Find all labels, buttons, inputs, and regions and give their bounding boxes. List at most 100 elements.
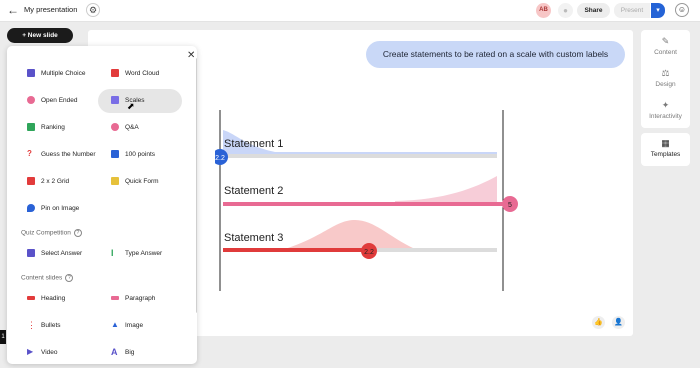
statement-2-value: 5 <box>508 202 512 209</box>
arrow-left-icon[interactable]: ← <box>7 4 19 16</box>
gear-icon[interactable]: ⚙ <box>86 3 100 17</box>
menu-scrollbar[interactable] <box>196 58 197 313</box>
text-cursor-icon: I <box>111 248 114 259</box>
present-button[interactable]: Present <box>614 3 650 18</box>
paragraph-icon <box>111 296 119 301</box>
menu-item-big[interactable]: A Big <box>111 346 191 360</box>
menu-item-open-ended[interactable]: Open Ended <box>27 94 107 108</box>
smiley-icon[interactable]: ☺ <box>675 3 689 17</box>
cloud-icon <box>111 69 119 78</box>
menu-item-label: Big <box>125 349 135 356</box>
thumbs-up-icon[interactable]: 👍 <box>592 316 605 329</box>
menu-item-2x2-grid[interactable]: 2 x 2 Grid <box>27 175 107 189</box>
menu-item-video[interactable]: ▶ Video <box>27 346 107 360</box>
menu-item-heading[interactable]: Heading <box>27 292 107 306</box>
pin-icon <box>27 204 35 213</box>
ranking-icon <box>27 123 35 132</box>
menu-item-label: Q&A <box>125 124 139 131</box>
interactivity-icon: ✦ <box>661 100 670 110</box>
presence-icon: ● <box>558 3 573 18</box>
rail-content-label: Content <box>654 49 677 56</box>
menu-item-label: Open Ended <box>41 97 78 104</box>
statement-3-distribution <box>285 220 415 249</box>
menu-item-label: Image <box>125 322 144 329</box>
top-bar: ← My presentation ⚙ AB ● Share Present ▾… <box>0 0 700 22</box>
new-slide-button[interactable]: + New slide <box>7 28 73 43</box>
quiz-section-label: Quiz Competition <box>21 229 71 237</box>
menu-item-multiple-choice[interactable]: Multiple Choice <box>27 67 107 81</box>
menu-item-pin-on-image[interactable]: Pin on Image <box>27 202 107 216</box>
help-icon[interactable]: ? <box>73 229 82 237</box>
menu-item-label: 2 x 2 Grid <box>41 178 70 185</box>
menu-item-label: Select Answer <box>41 250 83 257</box>
bullets-icon: ⋮ <box>27 320 36 331</box>
menu-item-guess-the-number[interactable]: ? Guess the Number <box>27 148 111 162</box>
scales-chart-svg: Statement 1 2.2 Statement 2 5 Statement … <box>215 110 518 291</box>
speech-bubble-icon <box>27 96 35 105</box>
menu-item-label: Multiple Choice <box>41 70 86 77</box>
help-icon[interactable]: ? <box>65 274 74 282</box>
menu-item-label: Heading <box>41 295 66 302</box>
menu-item-label: Bullets <box>41 322 61 329</box>
menu-item-bullets[interactable]: ⋮ Bullets <box>27 319 107 333</box>
bar-chart-icon <box>27 249 35 258</box>
rail-design[interactable]: ⚖ Design <box>641 68 690 88</box>
bar-chart-icon <box>27 69 35 78</box>
statement-3-label: Statement 3 <box>224 232 283 244</box>
presentation-title[interactable]: My presentation <box>24 5 77 14</box>
person-icon[interactable]: 👤 <box>612 316 625 329</box>
image-icon: ▲ <box>111 320 119 330</box>
slide-prompt: Create statements to be rated on a scale… <box>366 41 625 68</box>
heading-icon <box>27 296 35 301</box>
menu-item-label: Pin on Image <box>41 205 80 212</box>
statement-1-value: 2.2 <box>215 155 225 162</box>
menu-item-label: Ranking <box>41 124 65 131</box>
menu-item-ranking[interactable]: Ranking <box>27 121 107 135</box>
menu-item-label: Guess the Number <box>41 151 96 158</box>
menu-item-label: 100 points <box>125 151 155 158</box>
menu-item-qa[interactable]: Q&A <box>111 121 191 135</box>
avatar[interactable]: AB <box>536 3 551 18</box>
rail-content[interactable]: ✎ Content <box>641 36 690 56</box>
statement-1-label: Statement 1 <box>224 138 283 150</box>
chevron-down-icon[interactable]: ▾ <box>651 3 665 18</box>
pencil-icon <box>111 177 119 186</box>
menu-item-word-cloud[interactable]: Word Cloud <box>111 67 191 81</box>
menu-item-100-points[interactable]: 100 points <box>111 148 191 162</box>
statement-3-value: 2.2 <box>364 249 374 256</box>
menu-item-label: Video <box>41 349 58 356</box>
quiz-section-heading: Quiz Competition? <box>21 229 82 237</box>
rail-templates[interactable]: ▦ Templates <box>641 133 690 166</box>
rail-interactivity[interactable]: ✦ Interactivity <box>641 100 690 120</box>
statement-1-track <box>223 154 497 158</box>
menu-item-select-answer[interactable]: Select Answer <box>27 247 107 261</box>
menu-item-label: Word Cloud <box>125 70 160 77</box>
menu-item-image[interactable]: ▲ Image <box>111 319 191 333</box>
statement-3-bar <box>223 248 369 252</box>
content-section-heading: Content slides? <box>21 274 74 282</box>
share-button[interactable]: Share <box>577 3 610 18</box>
menu-item-paragraph[interactable]: Paragraph <box>111 292 191 306</box>
statement-2-label: Statement 2 <box>224 185 283 197</box>
menu-item-scales[interactable]: Scales <box>98 89 182 113</box>
play-icon: ▶ <box>27 347 34 357</box>
right-rail: ✎ Content ⚖ Design ✦ Interactivity <box>641 30 690 128</box>
menu-item-label: Type Answer <box>125 250 163 257</box>
slide-index-tab[interactable]: 1 <box>0 330 6 344</box>
content-section-label: Content slides <box>21 274 63 282</box>
menu-item-quick-form[interactable]: Quick Form <box>111 175 191 189</box>
templates-icon: ▦ <box>661 138 670 148</box>
close-icon[interactable]: ✕ <box>187 50 195 61</box>
slide-type-menu: ✕ Multiple Choice Word Cloud Open Ended … <box>7 46 197 364</box>
rail-templates-label: Templates <box>650 151 681 158</box>
qa-icon <box>111 123 119 132</box>
scales-chart: Statement 1 2.2 Statement 2 5 Statement … <box>215 108 525 293</box>
pencil-icon: ✎ <box>661 36 670 46</box>
menu-item-type-answer[interactable]: I Type Answer <box>111 247 191 261</box>
menu-item-label: Quick Form <box>125 178 159 185</box>
grid-icon <box>27 177 35 186</box>
rail-interactivity-label: Interactivity <box>649 113 682 120</box>
rail-design-label: Design <box>655 81 676 88</box>
shield-icon <box>111 96 119 105</box>
mouse-pointer-icon: ⬈ <box>127 101 135 111</box>
